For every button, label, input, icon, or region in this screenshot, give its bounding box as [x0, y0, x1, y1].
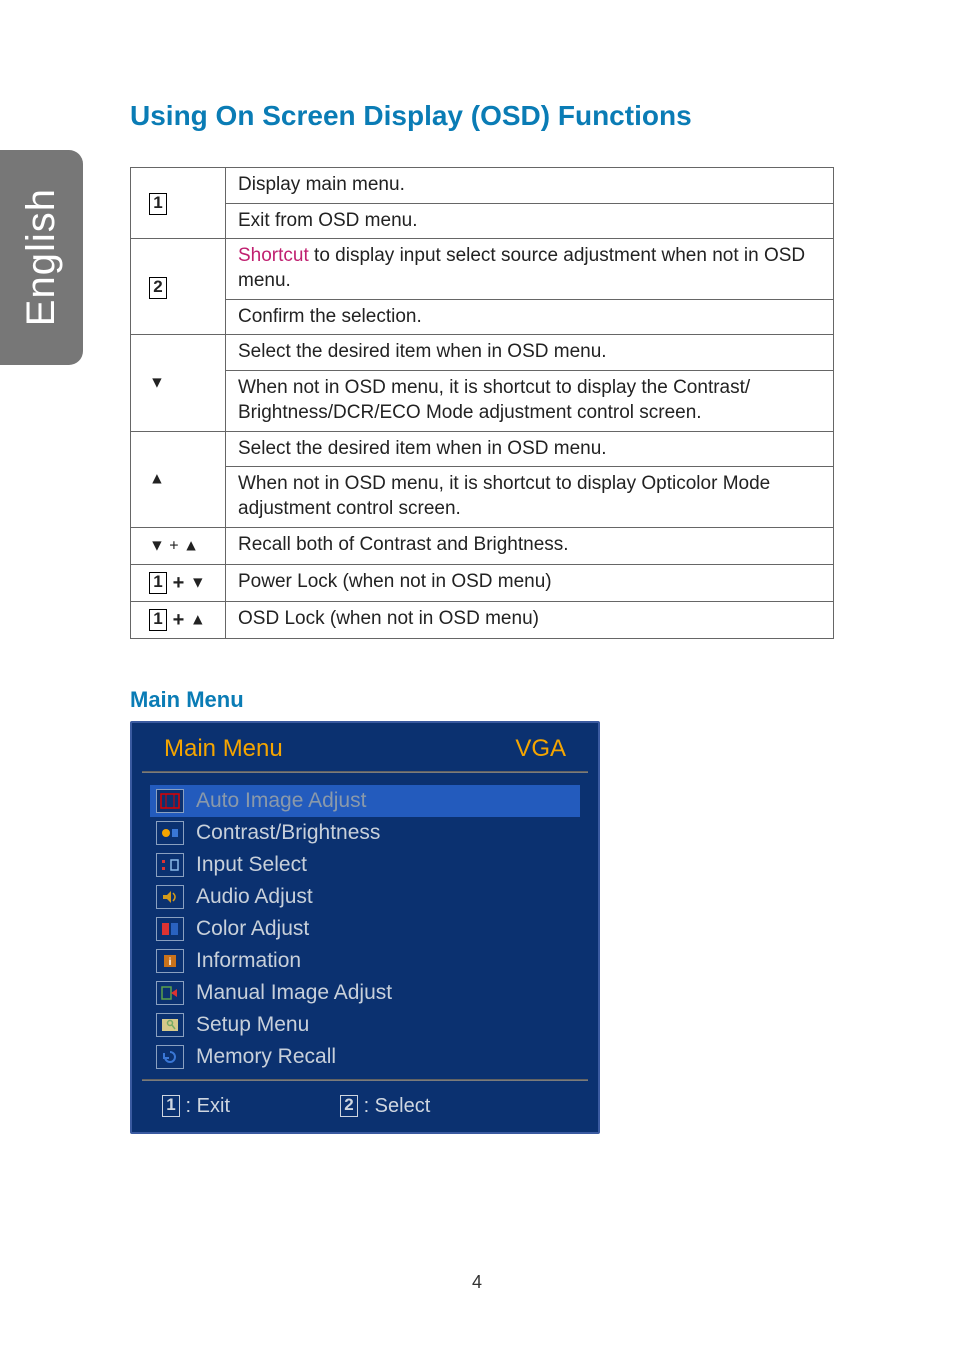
auto-image-adjust-icon — [156, 789, 184, 813]
desc-cell: When not in OSD menu, it is shortcut to … — [226, 371, 834, 431]
page-number: 4 — [0, 1272, 954, 1293]
table-row: 1 + ▼ Power Lock (when not in OSD menu) — [131, 564, 834, 601]
desc-cell: When not in OSD menu, it is shortcut to … — [226, 467, 834, 527]
osd-item-audio-adjust[interactable]: Audio Adjust — [150, 881, 580, 913]
section-title: Main Menu — [130, 687, 834, 713]
osd-item-label: Audio Adjust — [196, 885, 313, 909]
desc-text: to display input select source adjustmen… — [238, 245, 805, 291]
key-cell: ▼ — [131, 335, 226, 431]
contrast-brightness-icon — [156, 821, 184, 845]
input-select-icon — [156, 853, 184, 877]
key-1-icon: 1 — [149, 572, 167, 594]
down-up-combo-icon: ▼ + ▲ — [149, 537, 199, 554]
table-row: 1 Display main menu. — [131, 168, 834, 204]
memory-recall-icon — [156, 1045, 184, 1069]
down-arrow-icon: ▼ — [190, 574, 206, 591]
osd-select-hint: 2 : Select — [340, 1095, 430, 1118]
osd-main-menu: Main Menu VGA Auto Image Adjust Contrast… — [130, 721, 600, 1134]
osd-item-label: Manual Image Adjust — [196, 981, 392, 1005]
key-cell: ▼ + ▲ — [131, 527, 226, 564]
desc-cell: Recall both of Contrast and Brightness. — [226, 527, 834, 564]
table-row: ▼ Select the desired item when in OSD me… — [131, 335, 834, 371]
key-1-icon: 1 — [149, 609, 167, 631]
language-tab-label: English — [19, 188, 64, 326]
osd-footer: 1 : Exit 2 : Select — [132, 1087, 598, 1130]
key-cell: 2 — [131, 239, 226, 335]
osd-item-list: Auto Image Adjust Contrast/Brightness In… — [132, 779, 598, 1079]
key-cell: 1 — [131, 168, 226, 239]
osd-item-auto-image-adjust[interactable]: Auto Image Adjust — [150, 785, 580, 817]
osd-item-color-adjust[interactable]: Color Adjust — [150, 913, 580, 945]
table-row: When not in OSD menu, it is shortcut to … — [131, 467, 834, 527]
osd-item-memory-recall[interactable]: Memory Recall — [150, 1041, 580, 1073]
up-arrow-icon: ▲ — [190, 611, 206, 628]
table-row: 1 + ▲ OSD Lock (when not in OSD menu) — [131, 601, 834, 638]
page-title: Using On Screen Display (OSD) Functions — [130, 100, 834, 132]
table-row: Confirm the selection. — [131, 299, 834, 335]
down-arrow-icon: ▼ — [149, 374, 165, 391]
osd-divider — [142, 771, 588, 773]
osd-item-setup-menu[interactable]: Setup Menu — [150, 1009, 580, 1041]
osd-source-label: VGA — [515, 735, 566, 763]
key-2-icon: 2 — [340, 1095, 358, 1117]
manual-image-adjust-icon — [156, 981, 184, 1005]
osd-item-information[interactable]: i Information — [150, 945, 580, 977]
table-row: ▼ + ▲ Recall both of Contrast and Bright… — [131, 527, 834, 564]
key-1-icon: 1 — [162, 1095, 180, 1117]
desc-cell: Power Lock (when not in OSD menu) — [226, 564, 834, 601]
osd-item-label: Contrast/Brightness — [196, 821, 380, 845]
desc-cell: Select the desired item when in OSD menu… — [226, 335, 834, 371]
osd-exit-hint: 1 : Exit — [162, 1095, 230, 1118]
osd-item-label: Memory Recall — [196, 1045, 336, 1069]
desc-cell: Display main menu. — [226, 168, 834, 204]
osd-item-label: Auto Image Adjust — [196, 789, 366, 813]
table-row: Exit from OSD menu. — [131, 203, 834, 239]
desc-cell: Select the desired item when in OSD menu… — [226, 431, 834, 467]
audio-adjust-icon — [156, 885, 184, 909]
table-row: 2 Shortcut to display input select sourc… — [131, 239, 834, 299]
osd-exit-label: : Exit — [180, 1095, 230, 1117]
osd-divider — [142, 1079, 588, 1081]
up-arrow-icon: ▲ — [149, 470, 165, 487]
osd-header: Main Menu VGA — [132, 723, 598, 771]
key-cell: 1 + ▲ — [131, 601, 226, 638]
color-adjust-icon — [156, 917, 184, 941]
shortcut-word: Shortcut — [238, 245, 309, 266]
desc-cell: Shortcut to display input select source … — [226, 239, 834, 299]
language-tab: English — [0, 150, 83, 365]
osd-item-label: Information — [196, 949, 301, 973]
desc-cell: Exit from OSD menu. — [226, 203, 834, 239]
table-row: ▲ Select the desired item when in OSD me… — [131, 431, 834, 467]
svg-text:i: i — [169, 957, 172, 968]
table-row: When not in OSD menu, it is shortcut to … — [131, 371, 834, 431]
key-2-icon: 2 — [149, 277, 167, 299]
desc-cell: OSD Lock (when not in OSD menu) — [226, 601, 834, 638]
osd-item-label: Input Select — [196, 853, 307, 877]
osd-title: Main Menu — [164, 735, 283, 763]
setup-menu-icon — [156, 1013, 184, 1037]
key-cell: ▲ — [131, 431, 226, 527]
key-1-icon: 1 — [149, 193, 167, 215]
osd-item-label: Setup Menu — [196, 1013, 309, 1037]
osd-item-contrast-brightness[interactable]: Contrast/Brightness — [150, 817, 580, 849]
osd-select-label: : Select — [358, 1095, 430, 1117]
osd-item-input-select[interactable]: Input Select — [150, 849, 580, 881]
osd-functions-table: 1 Display main menu. Exit from OSD menu.… — [130, 167, 834, 639]
osd-item-label: Color Adjust — [196, 917, 309, 941]
page-content: Using On Screen Display (OSD) Functions … — [130, 100, 834, 1134]
desc-cell: Confirm the selection. — [226, 299, 834, 335]
osd-item-manual-image-adjust[interactable]: Manual Image Adjust — [150, 977, 580, 1009]
information-icon: i — [156, 949, 184, 973]
key-cell: 1 + ▼ — [131, 564, 226, 601]
